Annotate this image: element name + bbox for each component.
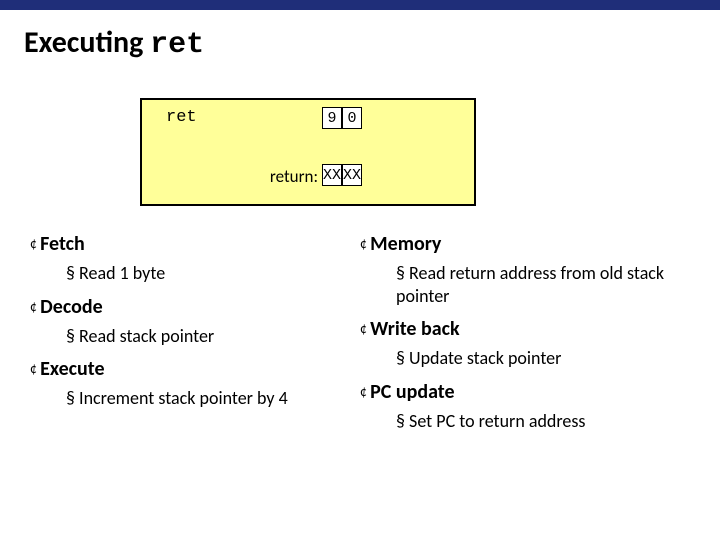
stage-item: Update stack pointer: [396, 347, 676, 370]
stage-item: Read stack pointer: [66, 325, 346, 348]
diagram-mnemonic: ret: [166, 108, 197, 127]
stage-heading: Write back: [360, 317, 690, 341]
stage-item: Increment stack pointer by 4: [66, 387, 346, 410]
diagram-cell: XX: [342, 164, 362, 186]
stage-item: Read return address from old stack point…: [396, 262, 676, 307]
stage-columns: Fetch Read 1 byte Decode Read stack poin…: [30, 232, 690, 442]
left-column: Fetch Read 1 byte Decode Read stack poin…: [30, 232, 360, 442]
stage-heading: PC update: [360, 380, 690, 404]
stage-item: Read 1 byte: [66, 262, 346, 285]
stage-heading: Fetch: [30, 232, 360, 256]
diagram-cells-bottom: XX XX: [322, 164, 362, 186]
diagram-cell: 9: [322, 107, 342, 129]
encoding-diagram: ret 9 0 return: XX XX: [140, 98, 476, 206]
diagram-cell: 0: [342, 107, 362, 129]
stage-heading: Execute: [30, 357, 360, 381]
stage-heading: Memory: [360, 232, 690, 256]
diagram-cells-top: 9 0: [322, 107, 362, 129]
stage-heading: Decode: [30, 295, 360, 319]
title-prefix: Executing: [24, 24, 150, 61]
slide-title: Executing ret: [24, 24, 720, 62]
title-code: ret: [150, 28, 204, 62]
diagram-cell: XX: [322, 164, 342, 186]
right-column: Memory Read return address from old stac…: [360, 232, 690, 442]
stage-item: Set PC to return address: [396, 410, 676, 433]
diagram-return-label: return:: [270, 166, 318, 187]
top-bar: [0, 0, 720, 10]
